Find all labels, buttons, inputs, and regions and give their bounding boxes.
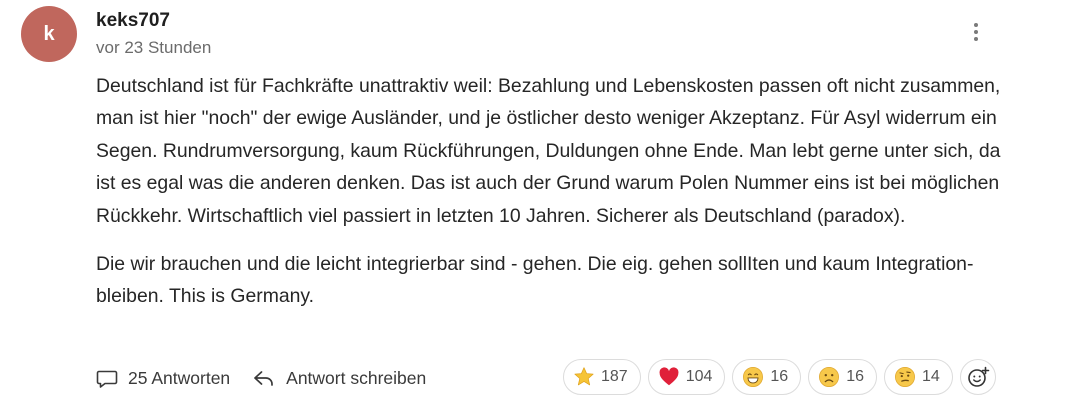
skeptical-emoji-icon [895, 367, 915, 387]
grinning-emoji-icon [743, 367, 764, 387]
replies-label: 25 Antworten [128, 367, 231, 388]
avatar[interactable]: k [21, 6, 77, 62]
reaction-grinning[interactable]: 16 [732, 359, 802, 395]
comment-card: k keks707 vor 23 Stunden Deutschland ist… [0, 0, 1080, 402]
reply-button[interactable]: Antwort schreiben [252, 367, 426, 389]
replies-button[interactable]: 25 Antworten [96, 367, 230, 389]
reaction-heart[interactable]: 104 [647, 359, 726, 395]
reaction-count: 187 [601, 368, 628, 385]
avatar-letter: k [43, 22, 55, 45]
reaction-count: 16 [770, 368, 789, 385]
add-emoji-icon [967, 366, 990, 387]
more-options-icon [974, 23, 978, 27]
add-reaction-button[interactable] [959, 359, 996, 395]
star-emoji-icon [574, 367, 594, 386]
reaction-count: 104 [685, 368, 713, 385]
heart-emoji-icon [659, 367, 679, 386]
comment-actions: 25 Antworten Antwort schreiben [96, 362, 426, 394]
sad-emoji-icon [819, 367, 840, 387]
reactions-bar: 187 104 16 16 14 [563, 358, 996, 396]
reply-arrow-icon [254, 371, 274, 386]
reaction-count: 14 [922, 368, 940, 385]
speech-bubble-icon [96, 370, 118, 388]
reaction-count: 16 [846, 368, 864, 385]
comment-timestamp: vor 23 Stunden [96, 38, 212, 57]
author-name[interactable]: keks707 [96, 10, 170, 32]
comment-paragraph-1: Deutschland ist für Fachkräfte unattrakt… [96, 75, 1001, 227]
comment-body: Deutschland ist für Fachkräfte unattrakt… [96, 70, 1006, 313]
reaction-skeptical[interactable]: 14 [884, 359, 953, 395]
comment-paragraph-2: Die wir brauchen und die leicht integrie… [96, 253, 974, 308]
more-options-button[interactable] [963, 16, 989, 48]
reaction-sad[interactable]: 16 [808, 359, 877, 395]
reply-label: Antwort schreiben [286, 367, 427, 388]
reaction-star[interactable]: 187 [563, 359, 641, 395]
